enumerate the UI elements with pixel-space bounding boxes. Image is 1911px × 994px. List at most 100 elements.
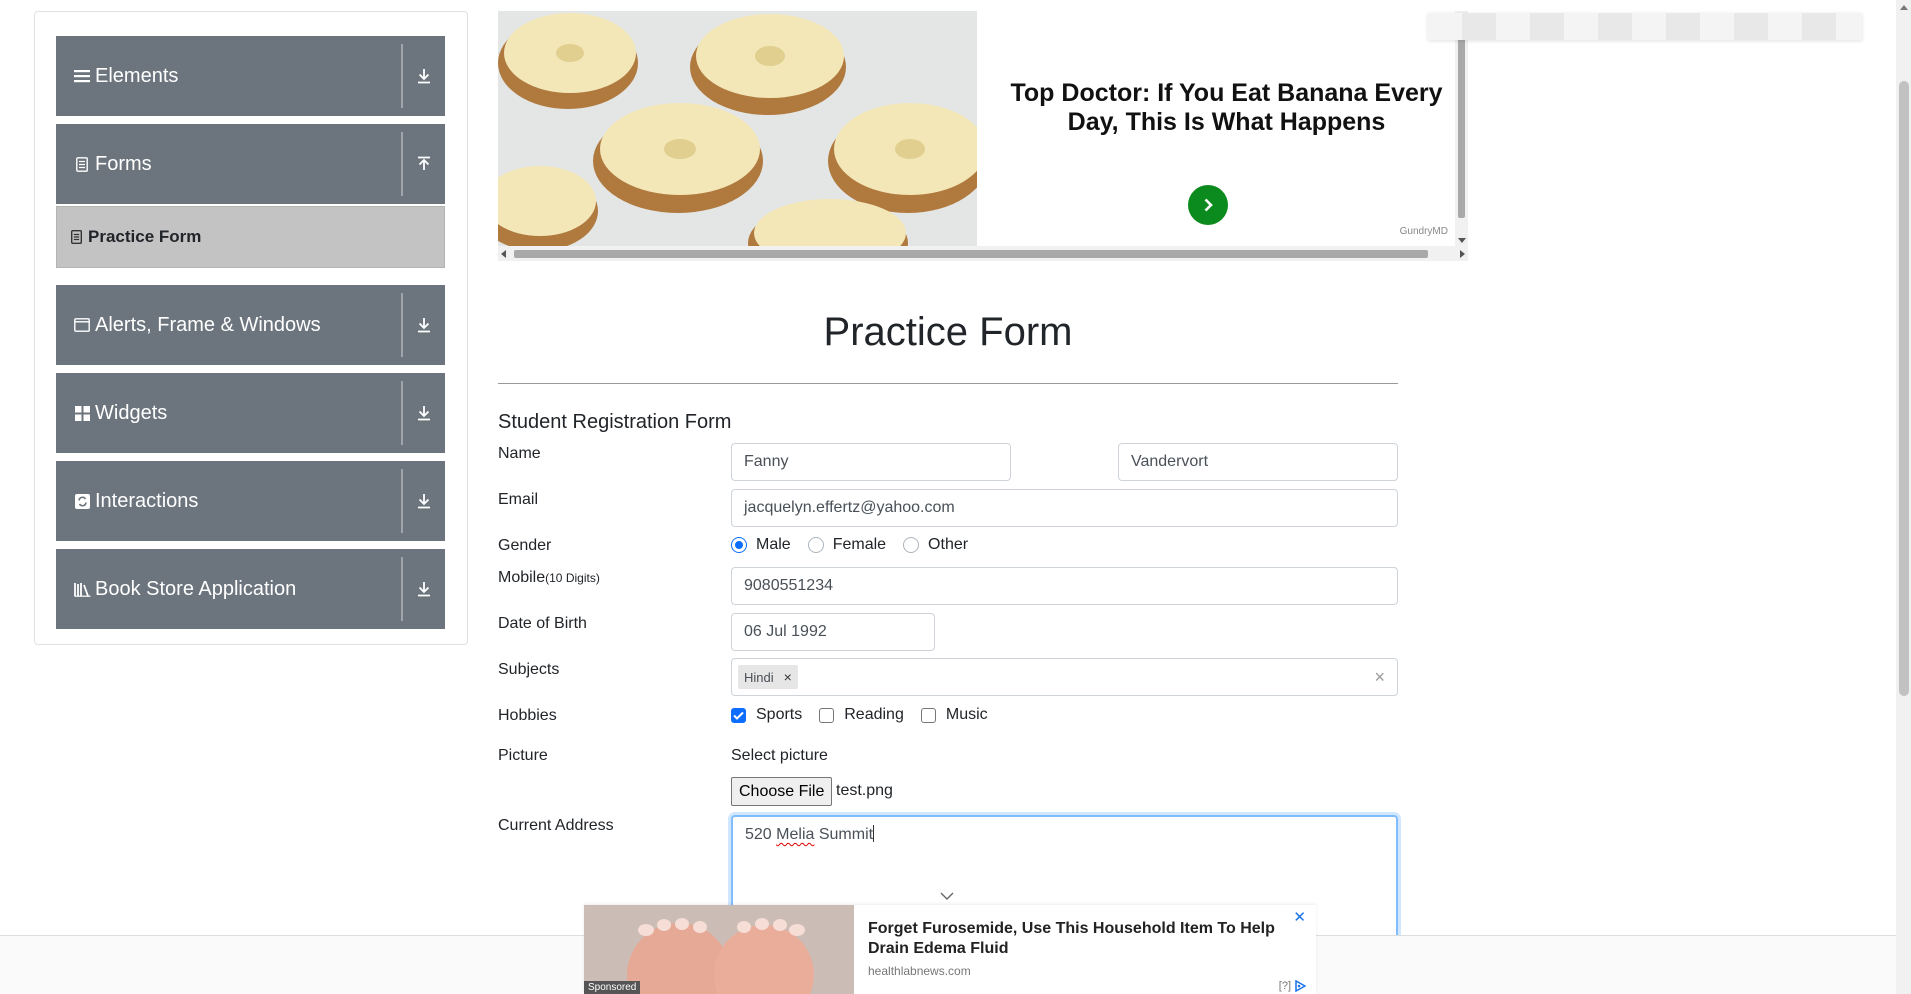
sidebar-group-forms[interactable]: Forms bbox=[56, 124, 445, 204]
dob-label: Date of Birth bbox=[498, 615, 587, 632]
hobbies-group: Sports Reading Music bbox=[731, 706, 1005, 724]
page-scrollbar[interactable] bbox=[1896, 0, 1911, 994]
ad-info-label: [?] bbox=[1278, 980, 1291, 992]
address-word-misspelled: Melia bbox=[776, 826, 815, 843]
hobbies-label: Hobbies bbox=[498, 707, 557, 724]
first-name-input[interactable]: Fanny bbox=[731, 443, 1011, 481]
clear-all-icon[interactable]: × bbox=[1374, 667, 1385, 688]
scrollbar-thumb[interactable] bbox=[1899, 81, 1909, 696]
page-title: Practice Form bbox=[823, 310, 1073, 354]
sidebar-group-label: Elements bbox=[95, 64, 179, 87]
gender-male-option[interactable]: Male bbox=[731, 536, 791, 554]
download-arrow-icon[interactable] bbox=[403, 317, 445, 333]
top-advertisement[interactable]: Top Doctor: If You Eat Banana Every Day,… bbox=[498, 11, 1468, 261]
overlay-toolbar bbox=[1428, 13, 1862, 40]
checkbox-label: Music bbox=[945, 706, 988, 723]
gender-radio-group: Male Female Other bbox=[731, 536, 985, 554]
remove-chip-icon[interactable]: × bbox=[784, 669, 792, 685]
text-caret bbox=[873, 825, 875, 842]
mobile-value: 9080551234 bbox=[744, 577, 833, 594]
mobile-label-text: Mobile bbox=[498, 569, 546, 586]
picture-label: Picture bbox=[498, 747, 548, 764]
radio-other[interactable] bbox=[903, 537, 920, 553]
date-of-birth-input[interactable]: 06 Jul 1992 bbox=[731, 613, 935, 651]
download-arrow-icon[interactable] bbox=[403, 581, 445, 597]
current-address-label: Current Address bbox=[498, 817, 614, 834]
close-icon[interactable]: ✕ bbox=[1293, 908, 1306, 926]
gender-female-option[interactable]: Female bbox=[807, 536, 887, 554]
address-word: Summit bbox=[818, 826, 874, 843]
download-arrow-icon[interactable] bbox=[403, 68, 445, 84]
radio-male[interactable] bbox=[731, 537, 747, 553]
sidebar-group-interactions[interactable]: Interactions bbox=[56, 461, 445, 541]
email-input[interactable]: jacquelyn.effertz@yahoo.com bbox=[731, 489, 1398, 527]
document-icon bbox=[73, 155, 91, 173]
subject-chip: Hindi × bbox=[738, 665, 798, 689]
address-word: 520 bbox=[745, 826, 772, 843]
window-icon bbox=[73, 316, 91, 334]
form-title: Student Registration Form bbox=[498, 411, 732, 433]
chevron-down-icon[interactable] bbox=[940, 888, 954, 906]
ad-horizontal-scrollbar[interactable] bbox=[498, 246, 1468, 261]
radio-label: Female bbox=[832, 536, 887, 553]
gender-label: Gender bbox=[498, 537, 552, 554]
hamburger-icon bbox=[73, 67, 91, 85]
last-name-value: Vandervort bbox=[1131, 453, 1209, 470]
sidebar-group-label: Interactions bbox=[95, 489, 199, 512]
checkbox-music[interactable] bbox=[920, 707, 936, 723]
hobby-sports-option[interactable]: Sports bbox=[731, 706, 802, 724]
checkbox-sports[interactable] bbox=[731, 707, 746, 723]
choose-file-button[interactable]: Choose File bbox=[731, 777, 833, 806]
first-name-value: Fanny bbox=[744, 453, 789, 470]
adchoices-icon[interactable] bbox=[1294, 980, 1306, 992]
hobby-reading-option[interactable]: Reading bbox=[819, 706, 904, 724]
mobile-input[interactable]: 9080551234 bbox=[731, 567, 1398, 605]
dob-value: 06 Jul 1992 bbox=[744, 623, 827, 640]
sidebar-group-label: Alerts, Frame & Windows bbox=[95, 313, 321, 336]
radio-label: Other bbox=[928, 536, 969, 553]
email-value: jacquelyn.effertz@yahoo.com bbox=[744, 499, 955, 516]
upload-arrow-icon[interactable] bbox=[403, 156, 445, 172]
ad-source: GundryMD bbox=[1399, 226, 1448, 237]
radio-label: Male bbox=[756, 536, 791, 553]
radio-female[interactable] bbox=[807, 537, 824, 553]
ad-vertical-scrollbar[interactable] bbox=[1455, 11, 1468, 246]
bottom-ad-headline[interactable]: Forget Furosemide, Use This Household It… bbox=[868, 919, 1288, 959]
email-label: Email bbox=[498, 491, 539, 508]
subjects-input[interactable]: Hindi × × bbox=[731, 658, 1398, 696]
name-label: Name bbox=[498, 445, 541, 462]
sidebar-group-label: Book Store Application bbox=[95, 577, 297, 600]
ad-info[interactable]: [?] bbox=[1279, 980, 1306, 992]
sidebar: Elements Forms Practice Form Alerts, Fra… bbox=[34, 11, 468, 645]
sidebar-group-alerts[interactable]: Alerts, Frame & Windows bbox=[56, 285, 445, 365]
mobile-label: Mobile(10 Digits) bbox=[498, 569, 600, 587]
checkbox-reading[interactable] bbox=[819, 707, 835, 723]
divider bbox=[498, 383, 1398, 384]
sidebar-group-book-store[interactable]: Book Store Application bbox=[56, 549, 445, 629]
hobby-music-option[interactable]: Music bbox=[920, 706, 988, 724]
checkbox-label: Sports bbox=[756, 706, 803, 723]
file-name: test.png bbox=[836, 782, 893, 799]
sidebar-group-elements[interactable]: Elements bbox=[56, 36, 445, 116]
gender-other-option[interactable]: Other bbox=[903, 536, 968, 554]
sidebar-item-practice-form[interactable]: Practice Form bbox=[56, 206, 445, 268]
sponsored-label: Sponsored bbox=[584, 981, 641, 994]
sidebar-group-label: Forms bbox=[95, 152, 152, 175]
interactions-icon bbox=[73, 492, 91, 510]
checkbox-label: Reading bbox=[844, 706, 904, 723]
picture-hint: Select picture bbox=[731, 747, 828, 764]
scroll-up-icon[interactable] bbox=[1900, 5, 1908, 10]
ad-go-arrow-icon[interactable] bbox=[1188, 185, 1228, 225]
bottom-advertisement[interactable]: Sponsored Forget Furosemide, Use This Ho… bbox=[584, 905, 1316, 994]
last-name-input[interactable]: Vandervort bbox=[1118, 443, 1398, 481]
subject-chip-label: Hindi bbox=[744, 669, 774, 685]
download-arrow-icon[interactable] bbox=[403, 405, 445, 421]
sidebar-group-label: Widgets bbox=[95, 401, 168, 424]
sidebar-group-widgets[interactable]: Widgets bbox=[56, 373, 445, 453]
ad-feet-image: Sponsored bbox=[584, 905, 854, 994]
mobile-hint: (10 Digits) bbox=[545, 571, 600, 585]
books-icon bbox=[73, 580, 91, 598]
form-icon bbox=[71, 230, 82, 244]
download-arrow-icon[interactable] bbox=[403, 493, 445, 509]
ad-headline[interactable]: Top Doctor: If You Eat Banana Every Day,… bbox=[994, 79, 1459, 137]
